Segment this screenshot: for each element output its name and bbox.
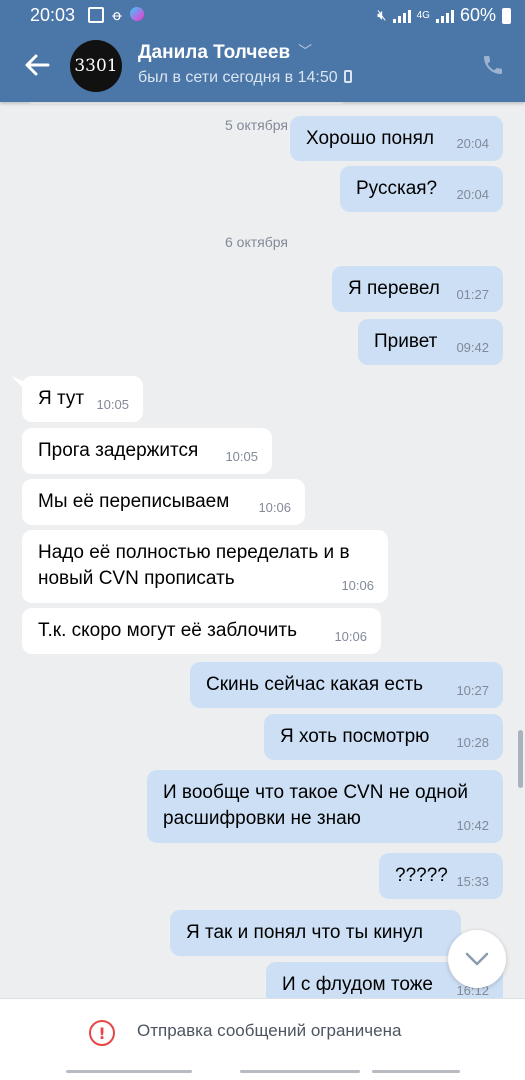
message-bubble-partial — [24, 102, 349, 104]
system-nav-bar — [0, 1068, 525, 1080]
message-out[interactable]: Привет 09:42 — [358, 319, 503, 365]
nav-gesture-recent[interactable] — [66, 1070, 192, 1073]
status-time: 20:03 — [30, 5, 76, 25]
message-in[interactable]: Т.к. скоро могут её заблочить 10:06 — [22, 608, 381, 654]
avatar[interactable]: 3301 — [70, 40, 122, 92]
last-seen: был в сети сегодня в 14:50 — [138, 69, 352, 87]
message-time: 01:27 — [456, 287, 489, 302]
contact-name-text: Данила Толчеев — [138, 42, 291, 63]
nav-gesture-back[interactable] — [372, 1070, 460, 1073]
message-time: 10:06 — [341, 578, 374, 593]
message-time: 10:06 — [334, 629, 367, 644]
phone-call-icon[interactable] — [481, 52, 505, 78]
message-time: 10:28 — [456, 735, 489, 750]
message-in[interactable]: Я тут 10:05 — [22, 376, 143, 422]
odnoklassniki-notification-icon: ꝋ — [112, 7, 122, 23]
message-text: И с флудом тоже — [282, 974, 433, 995]
message-text: ????? — [395, 865, 448, 886]
battery-icon — [502, 7, 511, 24]
message-text: Я хоть посмотрю — [280, 726, 430, 747]
chat-header: 3301 Данила Толчеев ﹀ был в сети сегодня … — [0, 30, 525, 102]
messaging-restricted-notice: Отправка сообщений ограничена — [137, 1021, 402, 1040]
status-right: 🔇︎ 4G 60% — [377, 5, 511, 26]
signal-icon — [392, 9, 411, 23]
message-time: 10:05 — [96, 397, 129, 412]
scroll-down-button[interactable] — [448, 930, 506, 988]
signal-icon-2 — [435, 9, 454, 23]
message-out[interactable]: ????? 15:33 — [379, 853, 503, 899]
message-time: 10:05 — [225, 449, 258, 464]
message-text: Я перевел — [348, 278, 440, 299]
message-out[interactable]: Скинь сейчас какая есть 10:27 — [190, 662, 503, 708]
date-separator: 6 октября — [225, 234, 288, 250]
message-text: Т.к. скоро могут её заблочить — [38, 620, 297, 641]
chevron-down-icon: ﹀ — [298, 43, 313, 59]
message-in[interactable]: Надо её полностью переделать и в новый C… — [22, 530, 388, 603]
message-out[interactable]: Я так и понял что ты кинул — [170, 910, 461, 956]
status-bar: 20:03 ꝋ 🔇︎ 4G 60% — [0, 0, 525, 30]
message-out[interactable]: Хорошо понял 20:04 — [290, 116, 503, 161]
message-text: Прога задержится — [38, 440, 199, 461]
message-time: 10:27 — [456, 683, 489, 698]
message-out[interactable]: Я перевел 01:27 — [332, 266, 503, 312]
network-type: 4G — [416, 10, 430, 21]
composer-disabled-bar: ! Отправка сообщений ограничена — [0, 998, 525, 1068]
message-text: Мы её переписываем — [38, 491, 230, 512]
message-time: 09:42 — [456, 340, 489, 355]
message-list[interactable]: Хорошо понял 20:04 5 октября Русская? 20… — [0, 102, 525, 998]
message-in[interactable]: Мы её переписываем 10:06 — [22, 479, 305, 525]
scrollbar-thumb[interactable] — [518, 730, 523, 788]
date-separator: 5 октября — [225, 117, 288, 133]
message-text: Я тут — [38, 388, 85, 409]
message-text: И вообще что такое CVN не одной расшифро… — [163, 782, 468, 829]
gallery-notification-icon — [88, 7, 104, 23]
message-out[interactable]: И вообще что такое CVN не одной расшифро… — [147, 770, 503, 843]
message-out[interactable]: Русская? 20:04 — [340, 166, 503, 212]
message-text: Я так и понял что ты кинул — [186, 922, 423, 943]
message-text: Скинь сейчас какая есть — [206, 674, 424, 695]
mute-icon: 🔇︎ — [377, 7, 387, 24]
message-time: 20:04 — [456, 136, 489, 151]
warning-icon: ! — [89, 1020, 115, 1046]
contact-name[interactable]: Данила Толчеев ﹀ — [138, 41, 312, 64]
avatar-text: 3301 — [74, 56, 118, 76]
message-time: 10:06 — [258, 500, 291, 515]
battery-percent: 60% — [459, 5, 496, 25]
message-text: Русская? — [356, 178, 438, 199]
message-text: Привет — [374, 331, 438, 352]
message-out[interactable]: Я хоть посмотрю 10:28 — [264, 714, 503, 760]
message-in[interactable]: Прога задержится 10:05 — [22, 428, 272, 474]
message-text: Надо её полностью переделать и в новый C… — [38, 542, 350, 589]
last-seen-text: был в сети сегодня в 14:50 — [138, 69, 338, 86]
message-time: 10:42 — [456, 818, 489, 833]
back-arrow-icon[interactable] — [22, 50, 52, 80]
notification-icons: ꝋ — [88, 7, 144, 23]
nav-gesture-home[interactable] — [240, 1070, 360, 1073]
chevron-down-icon — [465, 952, 489, 966]
message-text: Хорошо понял — [306, 128, 434, 149]
message-time: 15:33 — [456, 874, 489, 889]
app-notification-icon — [130, 7, 144, 21]
mobile-icon — [343, 70, 352, 83]
message-time: 20:04 — [456, 187, 489, 202]
